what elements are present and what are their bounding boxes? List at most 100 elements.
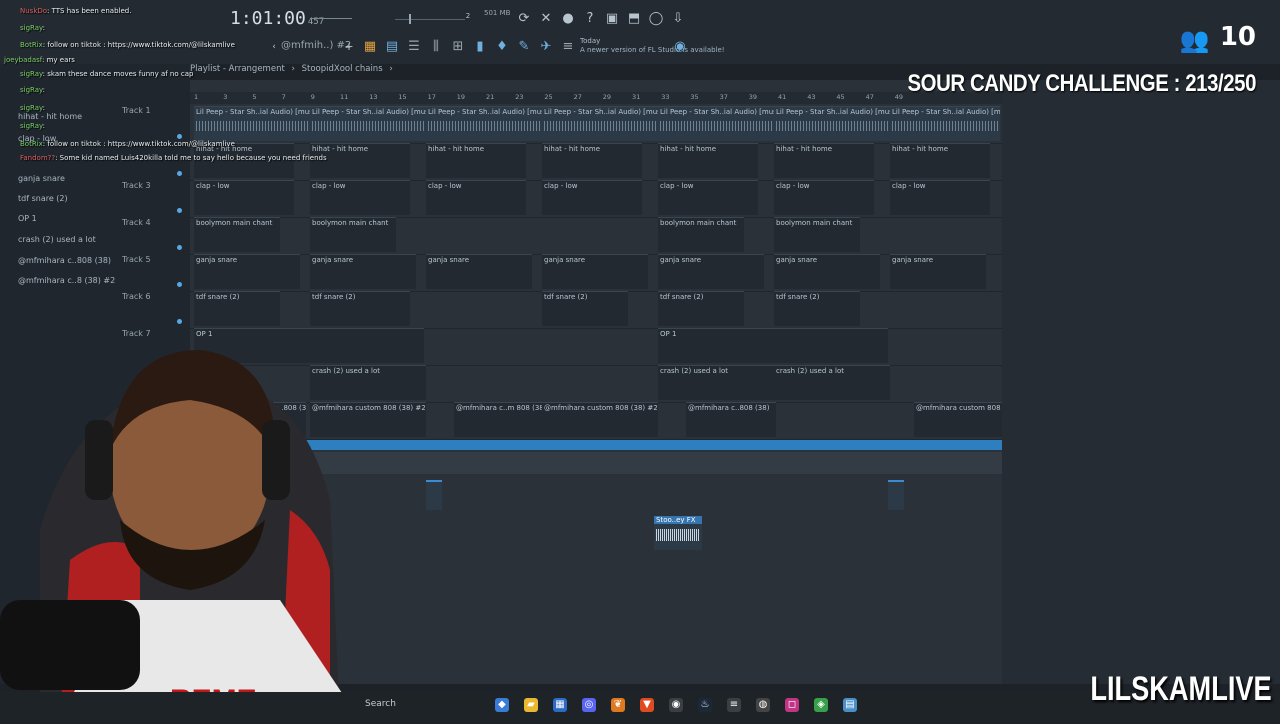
pattern-clip[interactable]: ganja snare	[426, 254, 532, 289]
pattern-clip[interactable]: tdf snare (2)	[542, 291, 628, 326]
pattern-clip[interactable]: crash (2) used a lot	[774, 365, 890, 400]
pattern-clip[interactable]: clap - low	[194, 180, 294, 215]
track-mute-dot[interactable]	[177, 208, 182, 213]
pattern-clip[interactable]: tdf snare (2)	[774, 291, 860, 326]
playlist-icon[interactable]: ▦	[362, 39, 378, 55]
pattern-clip[interactable]: @mfmihara c..808 (38)	[686, 402, 776, 437]
piano-roll-icon[interactable]: ▤	[384, 39, 400, 55]
track-mute-dot[interactable]	[177, 319, 182, 324]
brave-icon[interactable]: ▼	[640, 698, 654, 712]
picker-item[interactable]: tdf snare (2)	[18, 194, 68, 203]
bird-icon[interactable]: ✈	[538, 39, 554, 55]
pattern-clip[interactable]: @mfmihara c..m 808 (38)	[454, 402, 542, 437]
chrome-icon[interactable]: ◉	[669, 698, 683, 712]
track-label[interactable]: Track 6	[122, 292, 151, 301]
pattern-clip[interactable]: ganja snare	[542, 254, 648, 289]
game-icon[interactable]: ◈	[814, 698, 828, 712]
track-mute-dot[interactable]	[177, 245, 182, 250]
pattern-clip[interactable]: @mfmihara custom 808 (38) #2	[542, 402, 658, 437]
add-pattern-icon[interactable]: +	[341, 39, 357, 55]
pattern-clip[interactable]: boolymon main chant	[658, 217, 744, 252]
pattern-clip[interactable]: Lil Peep - Star Sh..ial Audio) [music]	[774, 106, 890, 141]
pattern-clip[interactable]: Lil Peep - Star Sh..ial Audio) [music]	[426, 106, 542, 141]
picker-item[interactable]: OP 1	[18, 214, 37, 223]
mixer-icon[interactable]: ⫼	[428, 39, 444, 55]
track-label[interactable]: Track 5	[122, 255, 151, 264]
pattern-clip[interactable]: OP 1	[658, 328, 888, 363]
pattern-clip[interactable]: clap - low	[542, 180, 642, 215]
fx-clip[interactable]: Stoo..ey FX	[654, 516, 702, 550]
help-icon[interactable]: ?	[582, 11, 598, 27]
fl-studio-icon[interactable]: ❦	[611, 698, 625, 712]
viewer-count: 👥 10	[1180, 22, 1256, 54]
pattern-clip[interactable]: clap - low	[310, 180, 410, 215]
folder-icon[interactable]: ▰	[524, 698, 538, 712]
download-icon[interactable]: ⇩	[670, 11, 686, 27]
pattern-clip[interactable]: boolymon main chant	[774, 217, 860, 252]
pattern-clip[interactable]: boolymon main chant	[310, 217, 396, 252]
pattern-clip[interactable]: ganja snare	[658, 254, 764, 289]
pattern-clip[interactable]: @mfmihara custom 808 (38) #2	[914, 402, 1002, 437]
news-panel[interactable]: Today A newer version of FL Studio is ava…	[580, 37, 725, 55]
copilot-icon[interactable]: ◆	[495, 698, 509, 712]
discord-icon[interactable]: ◎	[582, 698, 596, 712]
app-icon[interactable]: ≡	[727, 698, 741, 712]
track-mute-dot[interactable]	[177, 282, 182, 287]
pattern-clip[interactable]: tdf snare (2)	[658, 291, 744, 326]
playlist-empty-area[interactable]	[1002, 80, 1280, 684]
pattern-clip[interactable]: crash (2) used a lot	[658, 365, 774, 400]
pattern-clip[interactable]: ganja snare	[890, 254, 986, 289]
browser-icon[interactable]: ⊞	[450, 39, 466, 55]
marker-clip[interactable]	[426, 480, 442, 510]
pattern-clip[interactable]: clap - low	[890, 180, 990, 215]
track-mute-dot[interactable]	[177, 171, 182, 176]
marker-clip[interactable]	[888, 480, 904, 510]
taskbar-search[interactable]: Search	[365, 699, 396, 709]
memory-value: 501 MB	[484, 9, 511, 17]
pattern-clip[interactable]: clap - low	[426, 180, 526, 215]
clip-label: clap - low	[428, 182, 462, 190]
4k-icon[interactable]: ◍	[756, 698, 770, 712]
store-icon[interactable]: ▦	[553, 698, 567, 712]
picker-item[interactable]: ganja snare	[18, 174, 65, 183]
list-icon[interactable]: ≡	[560, 39, 576, 55]
notepad-icon[interactable]: ▤	[843, 698, 857, 712]
pattern-clip[interactable]: ganja snare	[774, 254, 880, 289]
tempo-icon[interactable]: ♦	[494, 39, 510, 55]
picker-item[interactable]: @mfmihara c..808 (38)	[18, 256, 111, 265]
metronome-icon[interactable]: ✕	[538, 11, 554, 27]
plugin-db-icon[interactable]: ▮	[472, 39, 488, 55]
pattern-clip[interactable]: boolymon main chant	[194, 217, 280, 252]
clip-label: hihat - hit home	[892, 145, 949, 153]
pattern-clip[interactable]: tdf snare (2)	[310, 291, 410, 326]
clip-label: crash (2) used a lot	[660, 367, 729, 375]
master-pitch-slider[interactable]	[395, 14, 465, 24]
pattern-clip[interactable]: Lil Peep - Star Sh..ial Audio) [music]	[890, 106, 1000, 141]
picker-item[interactable]: @mfmihara c..8 (38) #2	[18, 276, 115, 285]
loop-icon[interactable]: ⟳	[516, 11, 532, 27]
pattern-clip[interactable]: ganja snare	[194, 254, 300, 289]
pattern-clip[interactable]: hihat - hit home	[890, 143, 990, 178]
pick-icon[interactable]: ✎	[516, 39, 532, 55]
pattern-clip[interactable]: Lil Peep - Star Sh..ial Audio) [music]	[542, 106, 658, 141]
instagram-icon[interactable]: ◻	[785, 698, 799, 712]
chat-icon[interactable]: ◯	[648, 11, 664, 27]
pattern-clip[interactable]: hihat - hit home	[542, 143, 642, 178]
picker-item[interactable]: crash (2) used a lot	[18, 235, 96, 244]
track-label[interactable]: Track 3	[122, 181, 151, 190]
pattern-clip[interactable]: tdf snare (2)	[194, 291, 280, 326]
pattern-clip[interactable]: clap - low	[774, 180, 874, 215]
track-label[interactable]: Track 4	[122, 218, 151, 227]
steam-icon[interactable]: ♨	[698, 698, 712, 712]
pattern-clip[interactable]: hihat - hit home	[426, 143, 526, 178]
plugin-icon[interactable]: ⬒	[626, 11, 642, 27]
mic-icon[interactable]: ●	[560, 11, 576, 27]
pattern-clip[interactable]: ganja snare	[310, 254, 416, 289]
channel-rack-icon[interactable]: ☰	[406, 39, 422, 55]
pattern-clip[interactable]: hihat - hit home	[658, 143, 758, 178]
pattern-clip[interactable]: clap - low	[658, 180, 758, 215]
globe-icon[interactable]: ◉	[672, 39, 688, 55]
pattern-clip[interactable]: hihat - hit home	[774, 143, 874, 178]
pattern-clip[interactable]: Lil Peep - Star Sh..ial Audio) [music]	[658, 106, 774, 141]
save-icon[interactable]: ▣	[604, 11, 620, 27]
